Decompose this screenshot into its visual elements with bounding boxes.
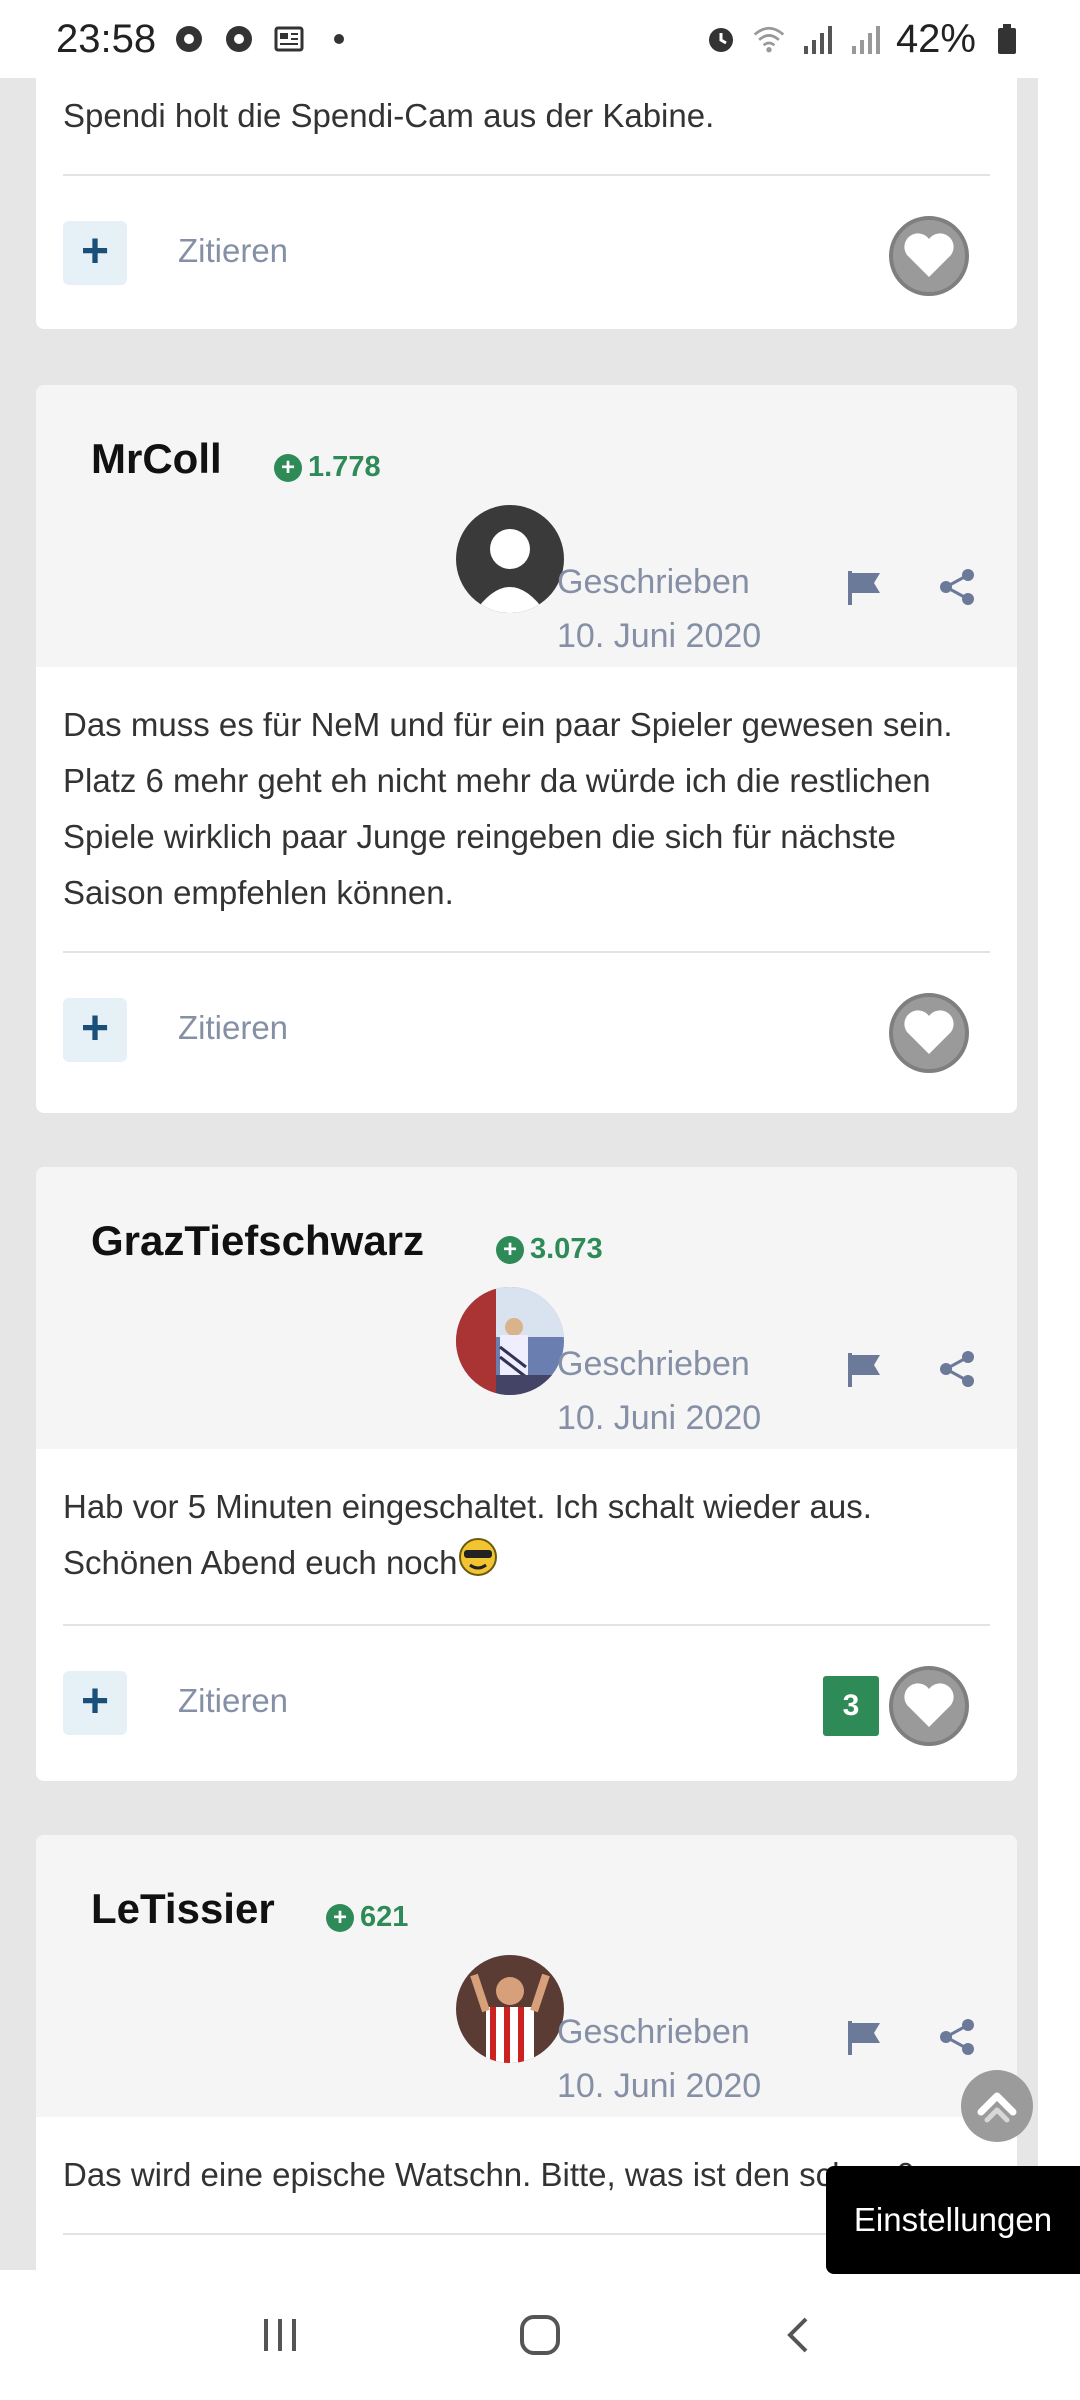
back-button[interactable]	[760, 2295, 840, 2375]
post-date[interactable]: 10. Juni 2020	[557, 1399, 761, 1438]
written-label: Geschrieben	[557, 1345, 750, 1383]
status-time: 23:58	[56, 16, 157, 61]
like-count-badge[interactable]: 3	[823, 1675, 879, 1736]
recent-apps-button[interactable]	[240, 2295, 320, 2375]
flag-icon[interactable]	[844, 1349, 884, 1389]
like-button[interactable]	[889, 216, 969, 296]
avatar[interactable]	[456, 1955, 564, 2063]
battery-icon	[990, 22, 1024, 56]
reputation-value: 3.073	[530, 1233, 603, 1265]
plus-icon[interactable]: +	[63, 221, 127, 285]
reputation-value: 621	[360, 1901, 409, 1933]
reputation-badge: + 621	[326, 1901, 408, 1934]
alarm-icon	[704, 22, 738, 56]
post-header: MrColl + 1.778 Geschrieben 10. Juni 2020	[36, 385, 1017, 667]
written-label: Geschrieben	[557, 563, 750, 601]
signal-icon	[800, 22, 834, 56]
written-label: Geschrieben	[557, 2013, 750, 2051]
share-icon[interactable]	[938, 567, 978, 607]
plus-circle-icon: +	[496, 1235, 524, 1264]
post-text-container: Hab vor 5 Minuten eingeschaltet. Ich sch…	[36, 1449, 1017, 1594]
quote-button[interactable]: Zitieren	[178, 232, 288, 270]
dot-icon	[322, 22, 356, 56]
scroll-track	[1038, 78, 1080, 2270]
post-card: Spendi holt die Spendi-Cam aus der Kabin…	[36, 78, 1017, 329]
home-icon	[520, 2315, 560, 2355]
author-name[interactable]: LeTissier	[91, 1885, 275, 1933]
author-name[interactable]: MrColl	[91, 435, 222, 483]
sunglasses-emoji-icon	[458, 1537, 498, 1594]
share-icon[interactable]	[938, 2017, 978, 2057]
post-footer: + Zitieren	[36, 176, 1017, 329]
news-icon	[272, 22, 306, 56]
post-text: Spendi holt die Spendi-Cam aus der Kabin…	[63, 97, 715, 134]
flag-icon[interactable]	[844, 2017, 884, 2057]
heart-icon	[904, 1683, 954, 1727]
reputation-badge: + 3.073	[496, 1233, 603, 1266]
post-card: GrazTiefschwarz + 3.073 Geschrieben 10. …	[36, 1167, 1017, 1781]
system-nav-bar	[0, 2270, 1080, 2400]
chevron-up-icon	[977, 2092, 1017, 2123]
signal-icon	[848, 22, 882, 56]
reputation-badge: + 1.778	[274, 451, 381, 484]
back-icon	[787, 2317, 808, 2353]
settings-button[interactable]: Einstellungen	[826, 2166, 1080, 2274]
post-footer: + Zitieren	[36, 953, 1017, 1113]
quote-button[interactable]: Zitieren	[178, 1009, 288, 1047]
avatar[interactable]	[456, 505, 564, 613]
post-card: MrColl + 1.778 Geschrieben 10. Juni 2020…	[36, 385, 1017, 1113]
reputation-value: 1.778	[308, 451, 381, 483]
post-header: LeTissier + 621 Geschrieben 10. Juni 202…	[36, 1835, 1017, 2117]
avatar[interactable]	[456, 1287, 564, 1395]
author-name[interactable]: GrazTiefschwarz	[91, 1217, 424, 1265]
share-icon[interactable]	[938, 1349, 978, 1389]
plus-icon[interactable]: +	[63, 998, 127, 1062]
wifi-icon	[752, 22, 786, 56]
flag-icon[interactable]	[844, 567, 884, 607]
like-button[interactable]	[889, 993, 969, 1073]
post-header: GrazTiefschwarz + 3.073 Geschrieben 10. …	[36, 1167, 1017, 1449]
post-footer: + Zitieren 3	[36, 1626, 1017, 1781]
post-date[interactable]: 10. Juni 2020	[557, 617, 761, 656]
post-list[interactable]: Spendi holt die Spendi-Cam aus der Kabin…	[0, 78, 1080, 2270]
chrome-icon	[172, 22, 206, 56]
post-date[interactable]: 10. Juni 2020	[557, 2067, 761, 2106]
chrome-icon	[222, 22, 256, 56]
quote-button[interactable]: Zitieren	[178, 1682, 288, 1720]
plus-circle-icon: +	[326, 1903, 354, 1932]
battery-level: 42%	[895, 16, 976, 61]
plus-icon[interactable]: +	[63, 1670, 127, 1735]
heart-icon	[904, 1010, 954, 1054]
home-button[interactable]	[500, 2295, 580, 2375]
like-button[interactable]	[889, 1665, 969, 1746]
post-text: Das muss es für NeM und für ein paar Spi…	[63, 706, 953, 911]
scroll-to-top-button[interactable]	[961, 2070, 1033, 2142]
recent-apps-icon	[264, 2319, 296, 2351]
plus-circle-icon: +	[274, 453, 302, 482]
heart-icon	[904, 233, 954, 277]
status-bar: 23:58 42%	[0, 0, 1080, 78]
